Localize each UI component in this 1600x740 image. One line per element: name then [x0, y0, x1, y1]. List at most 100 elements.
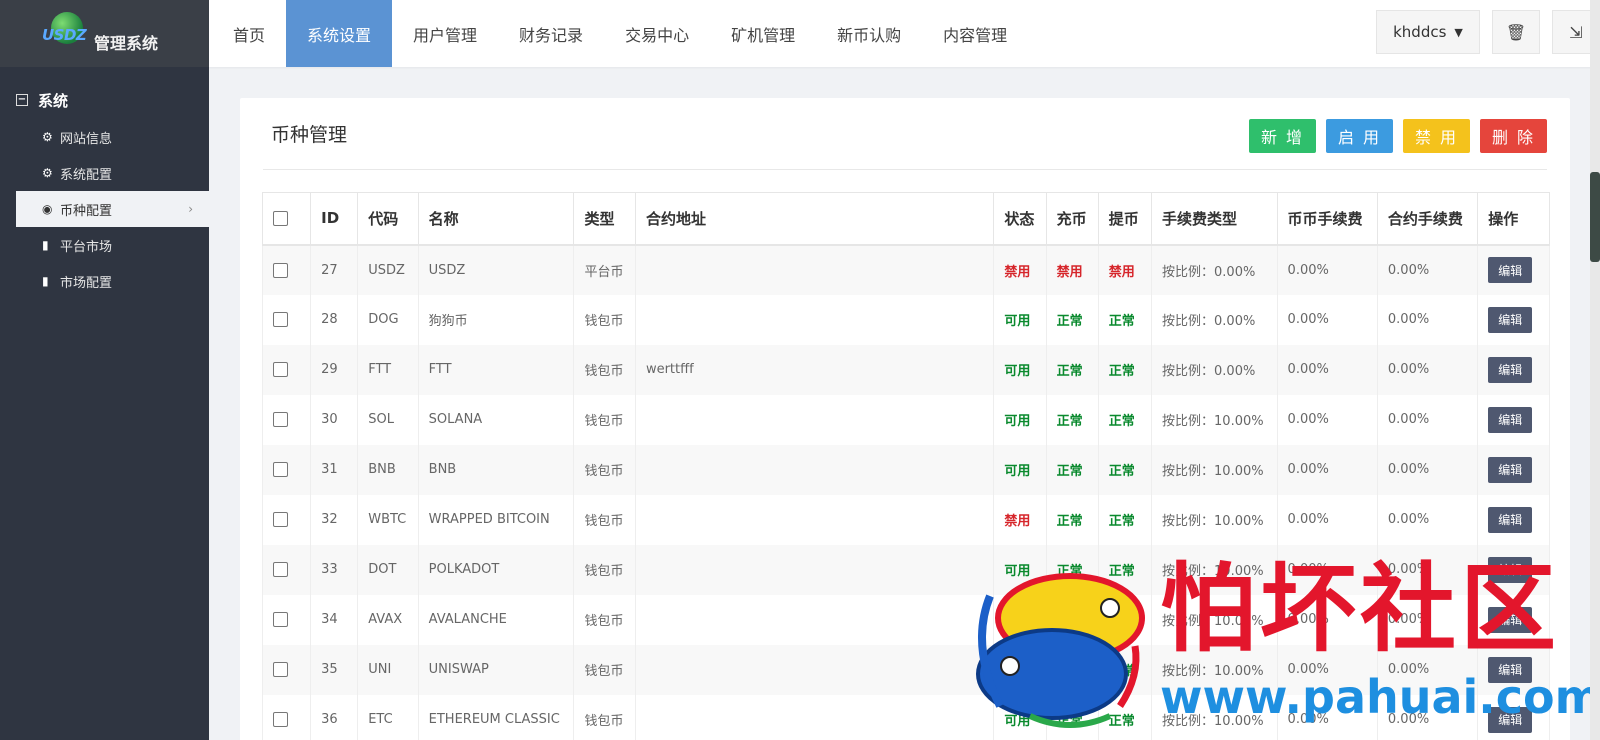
nav-tab[interactable]: 系统设置: [286, 0, 393, 67]
row-checkbox[interactable]: [273, 362, 288, 377]
nav-tab[interactable]: 新币认购: [816, 0, 922, 67]
sidebar-item-platform-market[interactable]: ▮ 平台市场: [0, 227, 209, 263]
nav-tab[interactable]: 财务记录: [498, 0, 604, 67]
row-checkbox[interactable]: [273, 612, 288, 627]
cell-status: 可用: [993, 444, 1047, 495]
cell-deposit: 正常: [1045, 394, 1099, 445]
edit-button[interactable]: 编辑: [1488, 556, 1533, 583]
nav-tab[interactable]: 交易中心: [604, 0, 710, 67]
column-header: 手续费类型: [1151, 192, 1278, 246]
cell-id: 31: [310, 444, 359, 495]
cell-code: BNB: [357, 444, 419, 495]
row-checkbox[interactable]: [273, 462, 288, 477]
delete-button[interactable]: 删 除: [1480, 119, 1547, 153]
cell-deposit: 正常: [1045, 294, 1099, 345]
add-button[interactable]: 新 增: [1249, 119, 1316, 153]
globe-logo-icon: USDZ: [42, 11, 92, 56]
cell-fee-type: 按比例：10.00%: [1151, 694, 1278, 740]
table-row: 33 DOT POLKADOT 钱包币 可用 正常 正常 按比例：10.00% 0.00% 0.0…: [261, 544, 1550, 595]
edit-button[interactable]: 编辑: [1488, 606, 1533, 633]
nav-tab[interactable]: 矿机管理: [710, 0, 816, 67]
cell-id: 27: [310, 244, 359, 295]
cell-code: SOL: [357, 394, 419, 445]
table-row: 27 USDZ USDZ 平台币 禁用 禁用 禁用 按比例：0.00% 0.00% 0.00% 编辑: [261, 244, 1550, 295]
cell-code: WBTC: [357, 494, 419, 545]
action-cell: 编辑: [1477, 644, 1550, 695]
enable-button[interactable]: 启 用: [1326, 119, 1393, 153]
cell-status: 可用: [993, 694, 1047, 740]
sidebar-item-label: 系统配置: [60, 167, 113, 183]
bar-chart-icon: ▮: [42, 274, 49, 288]
cell-contract-fee: 0.00%: [1376, 394, 1479, 445]
cell-status: 可用: [993, 394, 1047, 445]
cell-contract: [634, 244, 995, 295]
action-cell: 编辑: [1477, 244, 1550, 295]
scrollbar[interactable]: [1590, 0, 1600, 740]
clear-cache-button[interactable]: 🗑: [1492, 10, 1540, 54]
nav-tab[interactable]: 用户管理: [392, 0, 498, 67]
cell-deposit: 正常: [1045, 544, 1099, 595]
scrollbar-thumb[interactable]: [1590, 172, 1600, 262]
row-checkbox[interactable]: [273, 662, 288, 677]
nav-tab[interactable]: 内容管理: [922, 0, 1028, 67]
cell-contract-fee: 0.00%: [1376, 244, 1479, 295]
edit-button[interactable]: 编辑: [1488, 406, 1533, 433]
sidebar-item-label: 平台市场: [60, 239, 113, 255]
cell-contract: werttfff: [634, 344, 995, 395]
cell-deposit: 正常: [1045, 594, 1099, 645]
cell-spot-fee: 0.00%: [1276, 444, 1378, 495]
sidebar-item-market-config[interactable]: ▮ 市场配置: [0, 263, 209, 299]
user-menu-button[interactable]: khddcs ▼: [1376, 10, 1480, 54]
cell-code: USDZ: [357, 244, 419, 295]
table-row: 36 ETC ETHEREUM CLASSIC 钱包币 可用 正常 正常 按比例：10.00%…: [261, 694, 1550, 740]
checkbox-cell: [261, 594, 312, 645]
cell-contract: [634, 294, 995, 345]
cell-contract: [634, 494, 995, 545]
nav-tab[interactable]: 首页: [212, 0, 286, 67]
cell-contract-fee: 0.00%: [1376, 544, 1479, 595]
edit-button[interactable]: 编辑: [1488, 506, 1533, 533]
action-cell: 编辑: [1477, 394, 1550, 445]
sidebar-group-system[interactable]: − 系统: [0, 81, 209, 119]
sidebar-item-system-config[interactable]: ⚙ 系统配置: [0, 155, 209, 191]
cell-fee-type: 按比例：10.00%: [1151, 394, 1278, 445]
cell-withdraw: 正常: [1097, 444, 1153, 495]
cell-contract: [634, 594, 995, 645]
cell-name: 狗狗币: [417, 294, 575, 345]
sidebar-item-site-info[interactable]: ⚙ 网站信息: [0, 119, 209, 155]
checkbox-cell: [261, 394, 312, 445]
column-header: 名称: [417, 192, 575, 246]
row-checkbox[interactable]: [273, 712, 288, 727]
column-header: 币币手续费: [1276, 192, 1378, 246]
cell-code: DOG: [357, 294, 419, 345]
system-name: 管理系统: [94, 33, 159, 53]
disable-button[interactable]: 禁 用: [1403, 119, 1470, 153]
logo: USDZ 管理系统: [0, 0, 209, 67]
cell-id: 36: [310, 694, 359, 740]
cell-contract-fee: 0.00%: [1376, 644, 1479, 695]
cell-status: 可用: [993, 294, 1047, 345]
sidebar-item-coin-config[interactable]: ◉ 币种配置 ›: [16, 191, 209, 227]
edit-button[interactable]: 编辑: [1488, 306, 1533, 333]
edit-button[interactable]: 编辑: [1488, 656, 1533, 683]
edit-button[interactable]: 编辑: [1488, 356, 1533, 383]
row-checkbox[interactable]: [273, 312, 288, 327]
checkbox-cell: [261, 544, 312, 595]
edit-button[interactable]: 编辑: [1488, 257, 1533, 283]
cell-code: ETC: [357, 694, 419, 740]
table-row: 30 SOL SOLANA 钱包币 可用 正常 正常 按比例：10.00% 0.00% 0.00%…: [261, 394, 1550, 445]
edit-button[interactable]: 编辑: [1488, 456, 1533, 483]
cell-type: 钱包币: [573, 644, 636, 695]
table-row: 32 WBTC WRAPPED BITCOIN 钱包币 禁用 正常 正常 按比例：10.00%…: [261, 494, 1550, 545]
cell-fee-type: 按比例：0.00%: [1151, 294, 1278, 345]
cell-spot-fee: 0.00%: [1276, 394, 1378, 445]
row-checkbox[interactable]: [273, 412, 288, 427]
row-checkbox[interactable]: [273, 262, 288, 278]
row-checkbox[interactable]: [273, 562, 288, 577]
cell-name: POLKADOT: [417, 544, 575, 595]
select-all-checkbox[interactable]: [273, 211, 288, 227]
collapse-icon: −: [16, 94, 28, 106]
edit-button[interactable]: 编辑: [1488, 706, 1533, 733]
row-checkbox[interactable]: [273, 512, 288, 527]
cell-name: USDZ: [417, 244, 575, 295]
